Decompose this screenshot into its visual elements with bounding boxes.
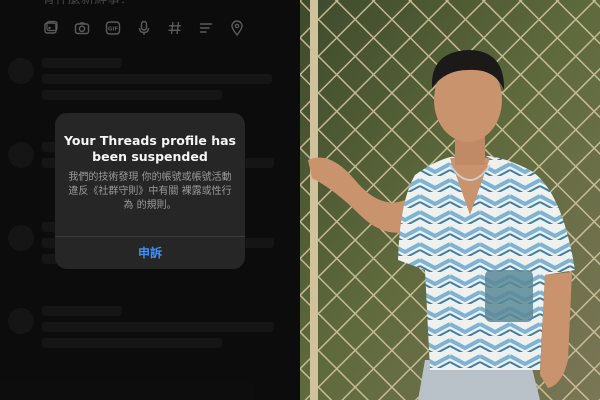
photo-illustration (300, 0, 600, 400)
suspension-dialog: Your Threads profile has been suspended … (55, 113, 245, 269)
dialog-message: 我們的技術發現 你的帳號或帳號活動違反《社群守則》中有關 裸露或性行為 的規則。 (68, 172, 232, 211)
appeal-button[interactable]: 申訴 (55, 237, 245, 269)
dialog-title: Your Threads profile has been suspended (63, 133, 236, 164)
portrait-photo (300, 0, 600, 400)
threads-app-screen: 有什麼新鮮事？ GIF (0, 0, 300, 400)
